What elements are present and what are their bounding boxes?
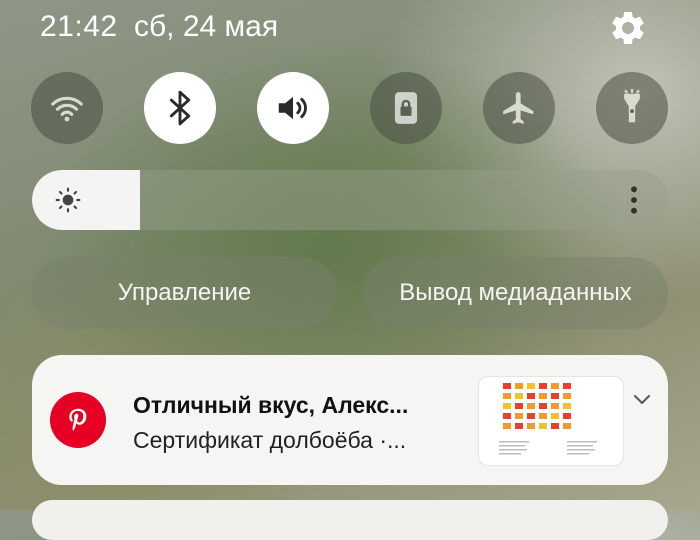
thumbnail-cell — [515, 413, 523, 419]
status-bar: 21:42 сб, 24 мая — [0, 0, 700, 60]
wifi-toggle[interactable] — [31, 72, 103, 144]
thumbnail-cell — [515, 403, 523, 409]
notification-card-partial[interactable] — [32, 500, 668, 540]
thumbnail-cell — [551, 413, 559, 419]
lock-rotation-icon — [394, 92, 418, 124]
thumbnail-cell — [503, 383, 511, 389]
thumbnail-cell — [563, 383, 571, 389]
thumbnail-cell — [503, 403, 511, 409]
control-button[interactable]: Управление — [32, 257, 337, 329]
thumbnail-cell — [563, 403, 571, 409]
thumbnail-cell — [563, 393, 571, 399]
thumbnail-cell — [527, 413, 535, 419]
wifi-icon — [51, 96, 83, 122]
notification-card[interactable]: Отличный вкус, Алекс... Сертификат долбо… — [32, 355, 668, 485]
flashlight-icon — [624, 89, 640, 123]
media-output-button-label: Вывод медиаданных — [399, 279, 632, 306]
clock: 21:42 — [40, 10, 118, 43]
thumbnail-cell — [551, 423, 559, 429]
thumbnail-cell — [515, 393, 523, 399]
thumbnail-cell — [515, 383, 523, 389]
thumbnail-cell — [539, 423, 547, 429]
thumbnail-cell — [539, 393, 547, 399]
thumbnail-cell — [503, 393, 511, 399]
speaker-icon — [278, 96, 307, 120]
quick-settings-row — [0, 72, 700, 144]
thumbnail-cell — [563, 423, 571, 429]
notification-thumbnail — [478, 376, 624, 466]
thumbnail-cell — [503, 413, 511, 419]
thumbnail-cell — [527, 423, 535, 429]
thumbnail-image — [499, 383, 597, 455]
notification-title: Отличный вкус, Алекс... — [133, 392, 409, 418]
notification-body: Сертификат долбоёба ·... — [133, 427, 407, 453]
rotation-lock-toggle[interactable] — [370, 72, 442, 144]
thumbnail-cell — [551, 403, 559, 409]
thumbnail-cell — [563, 413, 571, 419]
pinterest-glyph — [69, 408, 87, 431]
media-output-button[interactable]: Вывод медиаданных — [363, 257, 668, 329]
brightness-slider[interactable] — [32, 170, 668, 230]
airplane-toggle[interactable] — [483, 72, 555, 144]
thumbnail-cell — [539, 403, 547, 409]
thumbnail-cell — [515, 423, 523, 429]
more-vertical-icon[interactable] — [626, 184, 642, 216]
gear-icon[interactable] — [608, 8, 648, 48]
pinterest-icon — [50, 392, 106, 448]
thumbnail-cell — [539, 413, 547, 419]
sound-toggle[interactable] — [257, 72, 329, 144]
airplane-icon — [503, 92, 534, 124]
thumbnail-cell — [539, 383, 547, 389]
thumbnail-cell — [527, 403, 535, 409]
chevron-down-icon[interactable] — [630, 387, 654, 411]
bluetooth-icon — [169, 90, 191, 126]
thumbnail-cell — [527, 383, 535, 389]
bluetooth-toggle[interactable] — [144, 72, 216, 144]
thumbnail-cell — [503, 423, 511, 429]
brightness-level-fill — [32, 170, 140, 230]
control-button-label: Управление — [117, 279, 252, 306]
thumbnail-cell — [551, 393, 559, 399]
sun-icon — [55, 187, 81, 213]
date: сб, 24 мая — [134, 10, 279, 43]
thumbnail-cell — [551, 383, 559, 389]
flashlight-toggle[interactable] — [596, 72, 668, 144]
thumbnail-cell — [527, 393, 535, 399]
